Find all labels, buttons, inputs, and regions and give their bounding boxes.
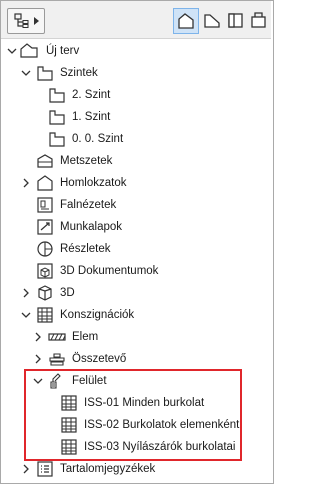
- tree-item-elevations[interactable]: Homlokzatok: [0, 172, 270, 194]
- chevron-down-icon[interactable]: [32, 375, 44, 387]
- chevron-right-icon[interactable]: [20, 463, 32, 475]
- tree-item-surface-schedule[interactable]: ISS-01 Minden burkolat: [0, 392, 270, 414]
- tree-item-label: 2. Szint: [72, 89, 111, 101]
- tree-item-root[interactable]: Új terv: [0, 40, 270, 62]
- tree-item-label: 1. Szint: [72, 111, 111, 123]
- detail-icon: [37, 241, 53, 257]
- tree-item-interior-elevations[interactable]: Falnézetek: [0, 194, 270, 216]
- tree-item-label: Összetevő: [72, 353, 127, 365]
- tree-item-label: ISS-01 Minden burkolat: [84, 397, 205, 409]
- chevron-down-icon[interactable]: [20, 309, 32, 321]
- chevron-right-icon[interactable]: [32, 331, 44, 343]
- schedule-table-icon: [61, 417, 77, 433]
- elevation-icon: [37, 175, 53, 191]
- publisher-sets-icon: [251, 12, 266, 28]
- tree-item-story[interactable]: 0. 0. Szint: [0, 128, 270, 150]
- tree-item-label: Részletek: [60, 243, 111, 255]
- tree-item-schedule-element[interactable]: Elem: [0, 326, 270, 348]
- project-map-tab[interactable]: [173, 8, 199, 34]
- schedule-table-icon: [61, 395, 77, 411]
- surface-brush-icon: [50, 373, 61, 389]
- wall-element-icon: [48, 333, 66, 341]
- tree-item-label: ISS-02 Burkolatok elemenként: [84, 419, 240, 431]
- navigator-toolbar: [1, 1, 271, 38]
- tree-item-label: Konszignációk: [60, 309, 135, 321]
- tree-item-label: Homlokzatok: [60, 177, 127, 189]
- story-icon: [49, 132, 65, 147]
- toolbar-divider: [1, 38, 271, 39]
- chevron-right-icon[interactable]: [20, 177, 32, 189]
- chevron-down-icon[interactable]: [20, 67, 32, 79]
- schedule-table-icon: [61, 439, 77, 455]
- chevron-right-icon: [34, 17, 39, 25]
- interior-elevation-icon: [37, 197, 53, 213]
- tree-item-3d-documents[interactable]: 3D Dokumentumok: [0, 260, 270, 282]
- chevron-right-icon[interactable]: [20, 287, 32, 299]
- tree-item-label: Felület: [72, 375, 107, 387]
- stories-icon: [37, 66, 53, 81]
- layout-book-icon: [228, 13, 243, 28]
- tree-item-schedules[interactable]: Konszignációk: [0, 304, 270, 326]
- tree-item-label: 3D: [60, 287, 75, 299]
- section-icon: [37, 154, 53, 168]
- project-map-icon: [178, 13, 194, 29]
- tree-item-label: Falnézetek: [60, 199, 117, 211]
- chevron-right-icon[interactable]: [32, 353, 44, 365]
- tree-item-label: 0. 0. Szint: [72, 133, 124, 145]
- 3d-document-icon: [37, 263, 53, 279]
- component-icon: [49, 353, 65, 366]
- house-icon: [20, 43, 38, 58]
- tree-item-schedule-surface[interactable]: Felület: [0, 370, 270, 392]
- tree-item-surface-schedule[interactable]: ISS-03 Nyílászárók burkolatai: [0, 436, 270, 458]
- tree-item-label: Munkalapok: [60, 221, 123, 233]
- tree-settings-icon: [14, 13, 29, 28]
- story-icon: [49, 110, 65, 125]
- tree-item-stories[interactable]: Szintek: [0, 62, 270, 84]
- tree-item-schedule-component[interactable]: Összetevő: [0, 348, 270, 370]
- tree-item-worksheets[interactable]: Munkalapok: [0, 216, 270, 238]
- tree-item-3d[interactable]: 3D: [0, 282, 270, 304]
- story-icon: [49, 88, 65, 103]
- tree-item-label: ISS-03 Nyílászárók burkolatai: [84, 441, 236, 453]
- toc-list-icon: [37, 461, 53, 477]
- publisher-sets-tab[interactable]: [246, 8, 272, 34]
- worksheet-icon: [37, 219, 53, 235]
- tree-item-sections[interactable]: Metszetek: [0, 150, 270, 172]
- view-map-icon: [204, 14, 220, 28]
- tree-item-label: Elem: [72, 331, 99, 343]
- tree-item-details[interactable]: Részletek: [0, 238, 270, 260]
- tree-item-story[interactable]: 1. Szint: [0, 106, 270, 128]
- view-map-tab[interactable]: [199, 8, 225, 34]
- chevron-down-icon[interactable]: [6, 45, 18, 57]
- tree-item-label: Szintek: [60, 67, 98, 79]
- tree-item-label: Új terv: [46, 45, 80, 57]
- tree-item-story[interactable]: 2. Szint: [0, 84, 270, 106]
- tree-item-toc[interactable]: Tartalomjegyzékek: [0, 458, 270, 480]
- tree-item-label: 3D Dokumentumok: [60, 265, 159, 277]
- tree-item-surface-schedule[interactable]: ISS-02 Burkolatok elemenként: [0, 414, 270, 436]
- tree-item-label: Tartalomjegyzékek: [60, 463, 156, 475]
- tree-settings-dropdown[interactable]: [7, 8, 45, 34]
- schedule-icon: [37, 307, 53, 323]
- tree-item-label: Metszetek: [60, 155, 113, 167]
- 3d-view-icon: [38, 285, 52, 301]
